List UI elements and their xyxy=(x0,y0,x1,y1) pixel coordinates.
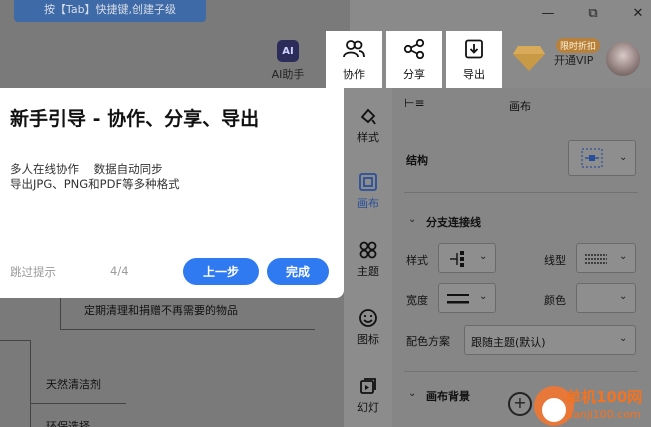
mindmap-node[interactable]: 定期清理和捐赠不再需要的物品 xyxy=(84,302,238,318)
share-icon xyxy=(403,39,425,59)
line-type-label: 线型 xyxy=(544,254,566,267)
chevron-down-icon: ⌄ xyxy=(479,251,488,262)
branch-style-label: 样式 xyxy=(406,254,428,267)
color-select[interactable]: ⌄ xyxy=(576,283,636,313)
line-width-icon xyxy=(447,294,469,304)
tab-theme[interactable]: 主题 xyxy=(344,240,392,279)
guide-title: 新手引导 - 协作、分享、导出 xyxy=(10,108,260,130)
collaborate-icon xyxy=(343,40,365,58)
color-scheme-select[interactable]: 跟随主题(默认) ⌄ xyxy=(464,325,636,355)
ai-assistant-button[interactable]: AI AI助手 xyxy=(268,40,308,82)
vip-label: 开通VIP xyxy=(554,54,594,67)
previous-step-button[interactable]: 上一步 xyxy=(183,258,259,285)
guide-description: 多人在线协作 数据自动同步 导出JPG、PNG和PDF等多种格式 xyxy=(10,162,180,192)
tab-label: 图标 xyxy=(357,333,379,346)
canvas-settings-panel: ⊢≡ 画布 结构 ⌄ ⌄ 分支连接线 样式 ⌄ 线型 ⌄ 宽度 ⌄ 颜色 ⌄ 配… xyxy=(392,88,651,427)
branch-section-title: 分支连接线 xyxy=(426,216,481,229)
style-icon xyxy=(360,108,376,125)
guide-page-indicator: 4/4 xyxy=(110,264,129,278)
chevron-down-icon: ⌄ xyxy=(619,333,628,344)
chevron-down-icon[interactable]: ⌄ xyxy=(408,214,416,225)
collaborate-button[interactable]: 协作 xyxy=(326,31,382,89)
export-button[interactable]: 导出 xyxy=(446,31,502,89)
width-label: 宽度 xyxy=(406,294,428,307)
ai-assistant-label: AI助手 xyxy=(271,68,305,81)
canvas-icon xyxy=(359,173,377,191)
vip-button[interactable]: 限时折扣 开通VIP xyxy=(512,38,602,74)
diamond-icon xyxy=(513,46,545,71)
watermark-logo: 单机100网 danji100.com xyxy=(508,382,651,427)
structure-label: 结构 xyxy=(406,154,428,167)
tab-label: 幻灯 xyxy=(357,401,379,414)
ai-logo-icon: AI xyxy=(277,40,299,62)
close-icon[interactable]: ✕ xyxy=(628,6,648,21)
tab-label: 画布 xyxy=(357,197,379,210)
share-button[interactable]: 分享 xyxy=(386,31,442,89)
guide-desc-line: 多人在线协作 数据自动同步 xyxy=(10,162,163,176)
canvas-bg-section-title: 画布背景 xyxy=(426,390,470,403)
vip-discount-badge: 限时折扣 xyxy=(556,38,601,53)
smiley-icon xyxy=(359,309,377,327)
share-label: 分享 xyxy=(403,68,425,81)
structure-select[interactable]: ⌄ xyxy=(568,140,636,176)
width-select[interactable]: ⌄ xyxy=(438,283,496,313)
skip-tips-link[interactable]: 跳过提示 xyxy=(10,264,56,280)
theme-icon xyxy=(359,241,377,259)
branch-line xyxy=(30,403,126,404)
structure-icon xyxy=(581,148,603,168)
export-label: 导出 xyxy=(463,68,485,81)
onboarding-guide-popup: 新手引导 - 协作、分享、导出 多人在线协作 数据自动同步 导出JPG、PNG和… xyxy=(0,88,344,298)
collaborate-label: 协作 xyxy=(343,68,365,81)
branch-style-select[interactable]: ⌄ xyxy=(438,243,496,273)
divider xyxy=(404,371,638,372)
panel-title: 画布 xyxy=(509,100,531,113)
guide-desc-line: 导出JPG、PNG和PDF等多种格式 xyxy=(10,177,180,191)
hint-banner: 按【Tab】快捷键,创建子级 xyxy=(14,0,206,22)
minimize-icon[interactable]: — xyxy=(538,6,558,21)
branch-connector-icon xyxy=(450,251,464,267)
watermark-text: 单机100网 xyxy=(566,388,643,406)
collapse-panel-icon[interactable]: ⊢≡ xyxy=(404,96,425,110)
mindmap-node[interactable]: 天然清洁剂 xyxy=(46,376,101,392)
side-tab-bar: 样式 画布 主题 图标 幻灯 xyxy=(344,88,392,427)
chevron-down-icon[interactable]: ⌄ xyxy=(408,388,416,399)
finish-button[interactable]: 完成 xyxy=(267,258,329,285)
line-type-select[interactable]: ⌄ xyxy=(576,243,636,273)
divider xyxy=(404,192,638,193)
watermark-url: danji100.com xyxy=(566,408,641,421)
maximize-icon[interactable]: ⧉ xyxy=(583,6,603,21)
branch-line xyxy=(30,340,31,427)
tab-canvas[interactable]: 画布 xyxy=(344,172,392,211)
branch-line xyxy=(60,329,315,330)
tab-label: 主题 xyxy=(357,265,379,278)
line-pattern-icon xyxy=(585,254,607,264)
chevron-down-icon: ⌄ xyxy=(619,291,628,302)
tab-slides[interactable]: 幻灯 xyxy=(344,376,392,415)
tab-icons[interactable]: 图标 xyxy=(344,308,392,347)
color-scheme-value: 跟随主题(默认) xyxy=(471,336,546,349)
chevron-down-icon: ⌄ xyxy=(619,152,628,163)
color-scheme-label: 配色方案 xyxy=(406,335,450,348)
chevron-down-icon: ⌄ xyxy=(619,251,628,262)
slides-icon xyxy=(360,378,376,394)
chevron-down-icon: ⌄ xyxy=(479,291,488,302)
tab-style[interactable]: 样式 xyxy=(344,106,392,145)
color-label: 颜色 xyxy=(544,294,566,307)
tab-label: 样式 xyxy=(357,131,379,144)
avatar[interactable] xyxy=(606,42,640,76)
branch-line xyxy=(0,340,30,341)
export-icon xyxy=(465,39,483,59)
mindmap-node[interactable]: 环保选择 xyxy=(46,418,90,427)
